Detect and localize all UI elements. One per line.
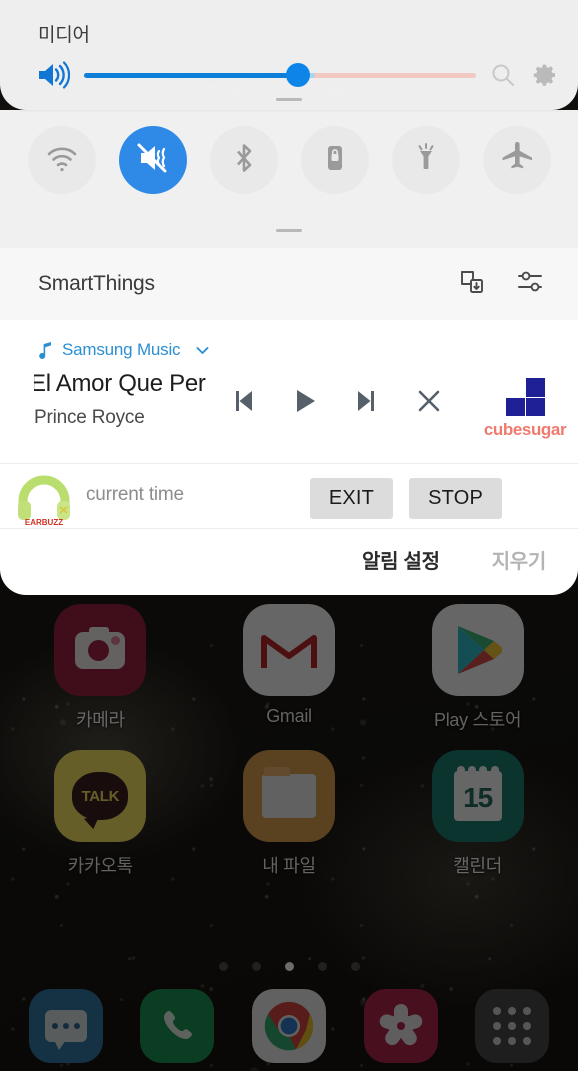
volume-panel: 미디어 xyxy=(0,0,578,110)
device-transfer-icon[interactable] xyxy=(458,268,486,301)
music-note-icon xyxy=(38,341,53,359)
earbuzz-status-text: current time xyxy=(86,484,184,505)
app-label: 카메라 xyxy=(75,710,125,730)
screen-rotation-lock-icon xyxy=(317,140,353,181)
volume-slider-row xyxy=(36,58,558,92)
quick-settings-drag-handle[interactable] xyxy=(276,229,302,232)
quick-toggle-rotation-lock[interactable] xyxy=(300,126,369,194)
tune-sliders-icon[interactable] xyxy=(516,268,544,301)
kakaotalk-icon-text: TALK xyxy=(81,787,120,805)
speaker-on-icon[interactable] xyxy=(36,60,71,90)
slider-thumb[interactable] xyxy=(285,63,310,87)
page-dot[interactable] xyxy=(317,962,327,971)
page-dot-active[interactable] xyxy=(284,962,294,971)
media-app-row[interactable]: Samsung Music xyxy=(38,340,211,360)
clear-notifications-button[interactable]: 지우기 xyxy=(492,545,547,574)
app-label: 카카오톡 xyxy=(67,856,133,876)
dock-apps-icon[interactable] xyxy=(475,989,550,1063)
gear-icon[interactable] xyxy=(532,62,558,88)
app-my-files[interactable]: 내 파일 xyxy=(195,750,384,878)
dock-phone-icon[interactable] xyxy=(140,989,215,1063)
airplane-icon xyxy=(499,140,535,181)
calendar-day-number: 15 xyxy=(463,782,493,813)
smartthings-actions xyxy=(458,268,544,301)
notification-footer-actions: 알림 설정 지우기 xyxy=(362,545,546,574)
page-dot[interactable] xyxy=(218,962,228,971)
smartthings-title: SmartThings xyxy=(38,272,155,295)
page-dot[interactable] xyxy=(251,962,261,971)
earbuzz-notification[interactable]: EARBUZZ current time EXIT STOP xyxy=(0,464,578,528)
play-store-icon xyxy=(431,604,524,696)
calendar-icon: 15 xyxy=(431,750,524,842)
album-art[interactable]: cubesugar xyxy=(472,370,578,446)
my-files-icon xyxy=(242,750,335,842)
dock-gallery-icon[interactable] xyxy=(363,989,438,1063)
chevron-down-icon[interactable] xyxy=(194,342,211,359)
media-app-name: Samsung Music xyxy=(62,340,181,359)
flashlight-icon xyxy=(408,140,444,181)
wifi-icon xyxy=(44,140,80,181)
home-screen-app-grid: 카메라 Gmail Play 스토어 TALK 카카오톡 내 파일 15 캘린더 xyxy=(0,604,578,878)
app-gmail[interactable]: Gmail xyxy=(195,604,384,732)
apps-grid-icon xyxy=(493,1007,532,1045)
quick-toggle-wifi[interactable] xyxy=(27,126,96,194)
page-dot[interactable] xyxy=(350,962,360,971)
home-dock xyxy=(0,985,578,1071)
kakaotalk-icon: TALK xyxy=(54,750,147,842)
camera-icon xyxy=(54,604,147,696)
notification-footer: 알림 설정 지우기 xyxy=(0,529,578,595)
media-volume-slider[interactable] xyxy=(84,60,476,90)
quick-toggle-airplane[interactable] xyxy=(482,126,551,194)
dock-messages-icon[interactable] xyxy=(28,989,103,1063)
home-page-indicator xyxy=(0,962,578,971)
earbuzz-action-buttons: EXIT STOP xyxy=(309,478,502,519)
app-label: Play 스토어 xyxy=(434,710,522,730)
vibrate-mute-icon xyxy=(135,140,171,181)
slider-fill xyxy=(84,72,298,78)
volume-panel-drag-handle[interactable] xyxy=(276,98,302,101)
app-camera[interactable]: 카메라 xyxy=(6,604,195,732)
quick-toggle-flashlight[interactable] xyxy=(391,126,460,194)
app-calendar[interactable]: 15 캘린더 xyxy=(383,750,572,878)
media-track-title: El Amor Que Per xyxy=(34,370,206,397)
app-label: Gmail xyxy=(266,706,312,726)
volume-panel-label: 미디어 xyxy=(38,25,90,46)
album-art-label: cubesugar xyxy=(483,419,567,439)
exit-button[interactable]: EXIT xyxy=(309,478,394,519)
app-play-store[interactable]: Play 스토어 xyxy=(383,604,572,732)
play-icon[interactable] xyxy=(290,386,320,421)
smartthings-bar[interactable]: SmartThings xyxy=(0,248,578,320)
notification-stack: Samsung Music El Amor Que Per Prince Roy… xyxy=(0,320,578,595)
gmail-icon xyxy=(242,604,335,696)
stop-button[interactable]: STOP xyxy=(409,478,502,519)
media-player-notification[interactable]: Samsung Music El Amor Que Per Prince Roy… xyxy=(0,320,578,463)
quick-toggle-bluetooth[interactable] xyxy=(209,126,278,194)
flower-petals-icon xyxy=(377,1004,424,1048)
notification-settings-button[interactable]: 알림 설정 xyxy=(362,545,440,574)
cubesugar-logo-icon xyxy=(506,377,545,416)
quick-settings-panel xyxy=(0,110,578,248)
media-artist-name: Prince Royce xyxy=(34,407,145,428)
app-kakaotalk[interactable]: TALK 카카오톡 xyxy=(6,750,195,878)
dock-chrome-icon[interactable] xyxy=(251,989,326,1063)
quick-toggle-row xyxy=(0,126,578,194)
quick-toggle-vibrate[interactable] xyxy=(118,126,187,194)
skip-next-icon[interactable] xyxy=(352,386,382,421)
svg-text:EARBUZZ: EARBUZZ xyxy=(25,518,63,527)
app-label: 내 파일 xyxy=(262,856,316,876)
app-label: 캘린더 xyxy=(453,856,503,876)
search-icon[interactable] xyxy=(490,62,516,88)
skip-previous-icon[interactable] xyxy=(228,386,258,421)
earbuzz-headphone-icon: EARBUZZ xyxy=(14,473,74,527)
close-icon[interactable] xyxy=(414,386,444,421)
bluetooth-icon xyxy=(226,140,262,181)
media-controls xyxy=(228,386,444,421)
